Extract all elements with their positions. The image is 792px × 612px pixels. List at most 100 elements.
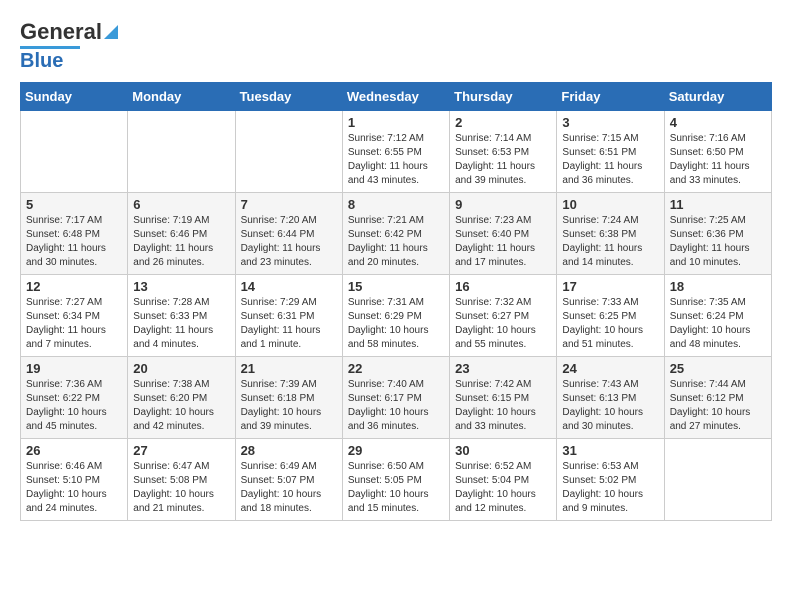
day-number: 13 [133, 279, 229, 294]
calendar-cell [128, 111, 235, 193]
calendar-week-1: 1 Sunrise: 7:12 AM Sunset: 6:55 PM Daylig… [21, 111, 772, 193]
day-number: 10 [562, 197, 658, 212]
day-info: Sunrise: 7:23 AM Sunset: 6:40 PM Dayligh… [455, 214, 551, 270]
calendar-cell: 25 Sunrise: 7:44 AM Sunset: 6:12 PM Dayli… [664, 357, 771, 439]
calendar-cell: 20Sunrise: 7:38 AM Sunset: 6:20 PM Dayli… [128, 357, 235, 439]
calendar-cell: 24Sunrise: 7:43 AM Sunset: 6:13 PM Dayli… [557, 357, 664, 439]
day-number: 29 [348, 443, 444, 458]
day-info: Sunrise: 7:12 AM Sunset: 6:55 PM Dayligh… [348, 132, 444, 188]
calendar-cell: 16 Sunrise: 7:32 AM Sunset: 6:27 PM Dayli… [450, 275, 557, 357]
calendar-header-friday: Friday [557, 83, 664, 111]
day-number: 22 [348, 361, 444, 376]
day-number: 17 [562, 279, 658, 294]
day-number: 25 [670, 361, 766, 376]
day-info: Sunrise: 7:25 AM Sunset: 6:36 PM Dayligh… [670, 214, 766, 270]
day-info: Sunrise: 7:16 AM Sunset: 6:50 PM Dayligh… [670, 132, 766, 188]
day-info: Sunrise: 6:46 AM Sunset: 5:10 PM Dayligh… [26, 460, 122, 516]
day-info: Sunrise: 6:49 AM Sunset: 5:07 PM Dayligh… [241, 460, 337, 516]
calendar-cell: 19 Sunrise: 7:36 AM Sunset: 6:22 PM Dayli… [21, 357, 128, 439]
calendar-cell: 10 Sunrise: 7:24 AM Sunset: 6:38 PM Dayli… [557, 193, 664, 275]
day-info: Sunrise: 7:20 AM Sunset: 6:44 PM Dayligh… [241, 214, 337, 270]
calendar-cell: 30 Sunrise: 6:52 AM Sunset: 5:04 PM Dayli… [450, 439, 557, 521]
day-number: 5 [26, 197, 122, 212]
calendar-cell: 11 Sunrise: 7:25 AM Sunset: 6:36 PM Dayli… [664, 193, 771, 275]
day-number: 30 [455, 443, 551, 458]
day-number: 28 [241, 443, 337, 458]
day-info: Sunrise: 7:32 AM Sunset: 6:27 PM Dayligh… [455, 296, 551, 352]
calendar-cell: 23Sunrise: 7:42 AM Sunset: 6:15 PM Dayli… [450, 357, 557, 439]
day-info: Sunrise: 7:39 AM Sunset: 6:18 PM Dayligh… [241, 378, 337, 434]
day-info: Sunrise: 7:21 AM Sunset: 6:42 PM Dayligh… [348, 214, 444, 270]
day-number: 4 [670, 115, 766, 130]
day-info: Sunrise: 7:43 AM Sunset: 6:13 PM Dayligh… [562, 378, 658, 434]
day-info: Sunrise: 7:24 AM Sunset: 6:38 PM Dayligh… [562, 214, 658, 270]
day-info: Sunrise: 7:38 AM Sunset: 6:20 PM Dayligh… [133, 378, 229, 434]
calendar-cell: 15Sunrise: 7:31 AM Sunset: 6:29 PM Dayli… [342, 275, 449, 357]
calendar-header-row: SundayMondayTuesdayWednesdayThursdayFrid… [21, 83, 772, 111]
calendar-cell: 18Sunrise: 7:35 AM Sunset: 6:24 PM Dayli… [664, 275, 771, 357]
calendar-cell: 3 Sunrise: 7:15 AM Sunset: 6:51 PM Daylig… [557, 111, 664, 193]
calendar-week-4: 19 Sunrise: 7:36 AM Sunset: 6:22 PM Dayli… [21, 357, 772, 439]
day-number: 1 [348, 115, 444, 130]
day-info: Sunrise: 7:33 AM Sunset: 6:25 PM Dayligh… [562, 296, 658, 352]
day-info: Sunrise: 7:28 AM Sunset: 6:33 PM Dayligh… [133, 296, 229, 352]
calendar-cell: 21 Sunrise: 7:39 AM Sunset: 6:18 PM Dayli… [235, 357, 342, 439]
calendar-cell: 14 Sunrise: 7:29 AM Sunset: 6:31 PM Dayli… [235, 275, 342, 357]
day-info: Sunrise: 6:53 AM Sunset: 5:02 PM Dayligh… [562, 460, 658, 516]
day-number: 3 [562, 115, 658, 130]
calendar-cell: 5Sunrise: 7:17 AM Sunset: 6:48 PM Daylig… [21, 193, 128, 275]
day-number: 21 [241, 361, 337, 376]
day-number: 7 [241, 197, 337, 212]
day-number: 2 [455, 115, 551, 130]
day-number: 6 [133, 197, 229, 212]
calendar-cell: 26 Sunrise: 6:46 AM Sunset: 5:10 PM Dayli… [21, 439, 128, 521]
calendar-header-tuesday: Tuesday [235, 83, 342, 111]
day-info: Sunrise: 6:52 AM Sunset: 5:04 PM Dayligh… [455, 460, 551, 516]
day-number: 16 [455, 279, 551, 294]
day-number: 19 [26, 361, 122, 376]
day-info: Sunrise: 7:15 AM Sunset: 6:51 PM Dayligh… [562, 132, 658, 188]
calendar-cell: 31 Sunrise: 6:53 AM Sunset: 5:02 PM Dayli… [557, 439, 664, 521]
day-number: 18 [670, 279, 766, 294]
day-number: 23 [455, 361, 551, 376]
logo-blue: Blue [20, 50, 63, 72]
calendar-cell [235, 111, 342, 193]
day-info: Sunrise: 7:36 AM Sunset: 6:22 PM Dayligh… [26, 378, 122, 434]
calendar-cell [21, 111, 128, 193]
calendar-cell: 28 Sunrise: 6:49 AM Sunset: 5:07 PM Dayli… [235, 439, 342, 521]
calendar-cell: 2 Sunrise: 7:14 AM Sunset: 6:53 PM Daylig… [450, 111, 557, 193]
calendar-header-thursday: Thursday [450, 83, 557, 111]
logo-general: General [20, 20, 118, 44]
calendar-header-monday: Monday [128, 83, 235, 111]
day-info: Sunrise: 6:50 AM Sunset: 5:05 PM Dayligh… [348, 460, 444, 516]
day-number: 8 [348, 197, 444, 212]
calendar-cell: 22 Sunrise: 7:40 AM Sunset: 6:17 PM Dayli… [342, 357, 449, 439]
day-info: Sunrise: 7:19 AM Sunset: 6:46 PM Dayligh… [133, 214, 229, 270]
day-number: 11 [670, 197, 766, 212]
calendar-table: SundayMondayTuesdayWednesdayThursdayFrid… [20, 82, 772, 521]
calendar-cell: 6 Sunrise: 7:19 AM Sunset: 6:46 PM Daylig… [128, 193, 235, 275]
day-number: 14 [241, 279, 337, 294]
calendar-cell: 7 Sunrise: 7:20 AM Sunset: 6:44 PM Daylig… [235, 193, 342, 275]
day-info: Sunrise: 7:14 AM Sunset: 6:53 PM Dayligh… [455, 132, 551, 188]
day-number: 26 [26, 443, 122, 458]
calendar-cell: 9 Sunrise: 7:23 AM Sunset: 6:40 PM Daylig… [450, 193, 557, 275]
calendar-header-saturday: Saturday [664, 83, 771, 111]
day-number: 12 [26, 279, 122, 294]
day-info: Sunrise: 7:29 AM Sunset: 6:31 PM Dayligh… [241, 296, 337, 352]
calendar-week-3: 12 Sunrise: 7:27 AM Sunset: 6:34 PM Dayli… [21, 275, 772, 357]
calendar-cell: 4 Sunrise: 7:16 AM Sunset: 6:50 PM Daylig… [664, 111, 771, 193]
calendar-week-2: 5Sunrise: 7:17 AM Sunset: 6:48 PM Daylig… [21, 193, 772, 275]
day-info: Sunrise: 7:27 AM Sunset: 6:34 PM Dayligh… [26, 296, 122, 352]
day-number: 27 [133, 443, 229, 458]
day-number: 31 [562, 443, 658, 458]
page-header: General Blue [20, 20, 772, 72]
day-info: Sunrise: 6:47 AM Sunset: 5:08 PM Dayligh… [133, 460, 229, 516]
day-number: 9 [455, 197, 551, 212]
calendar-cell: 27 Sunrise: 6:47 AM Sunset: 5:08 PM Dayli… [128, 439, 235, 521]
calendar-cell: 29 Sunrise: 6:50 AM Sunset: 5:05 PM Dayli… [342, 439, 449, 521]
calendar-cell: 1 Sunrise: 7:12 AM Sunset: 6:55 PM Daylig… [342, 111, 449, 193]
day-info: Sunrise: 7:40 AM Sunset: 6:17 PM Dayligh… [348, 378, 444, 434]
logo: General Blue [20, 20, 118, 72]
day-info: Sunrise: 7:44 AM Sunset: 6:12 PM Dayligh… [670, 378, 766, 434]
